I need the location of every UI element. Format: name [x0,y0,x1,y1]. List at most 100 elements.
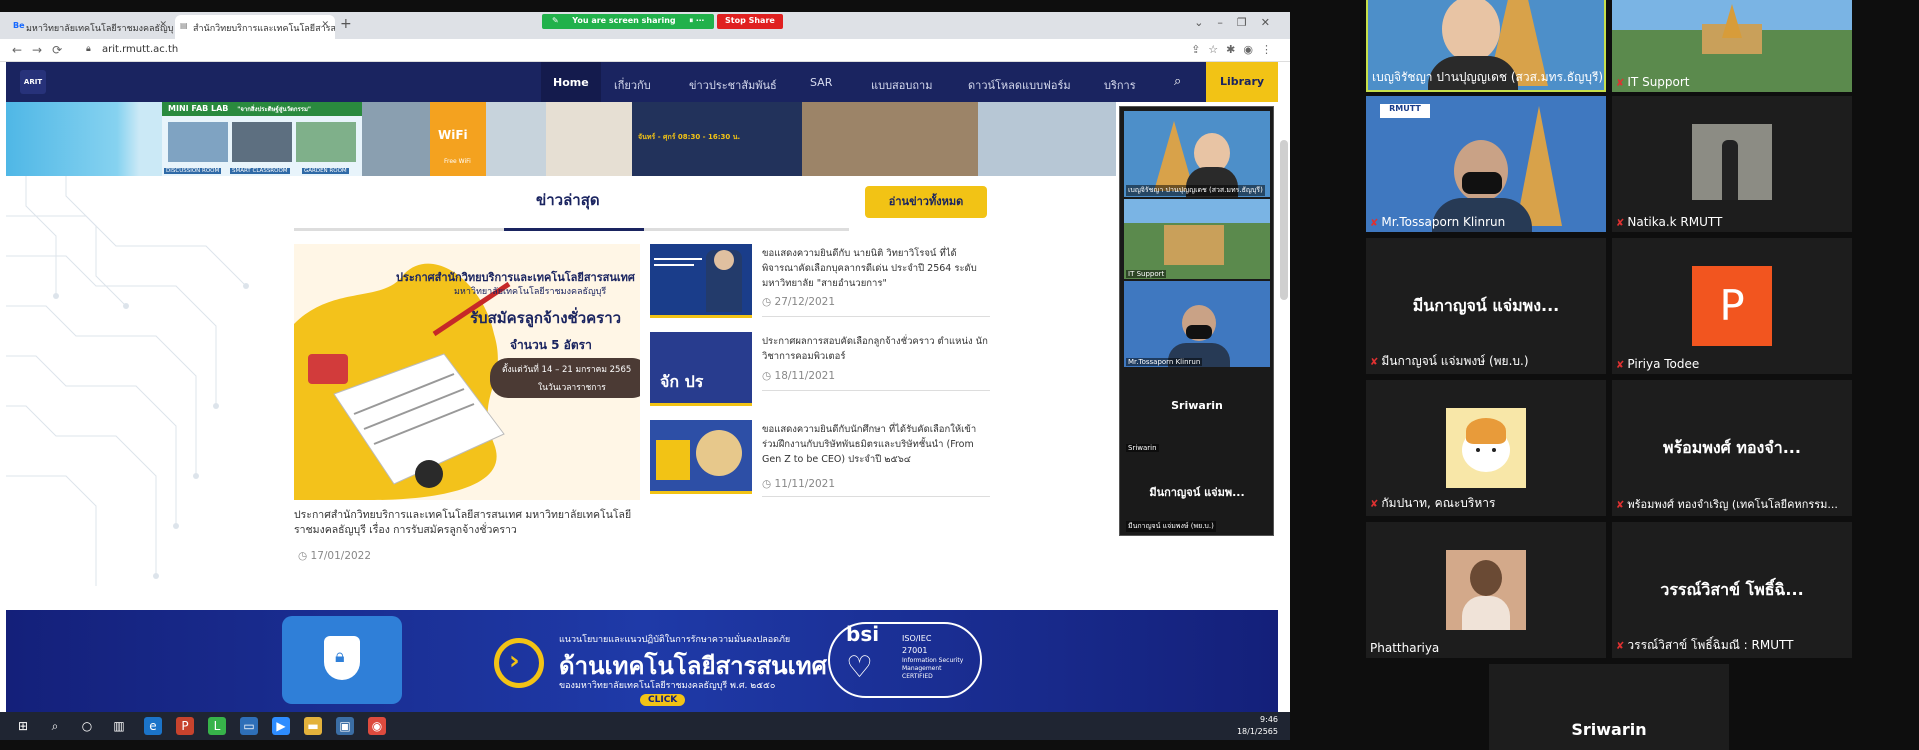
bsi-heart-icon: ♡ [846,650,873,685]
mic-muted-icon: ✘ [1370,218,1379,229]
news-item[interactable]: ขอแสดงความยินดีกับนักศึกษา ที่ได้รับคัดเ… [650,420,990,510]
share-tools-icon[interactable]: ⏸ ⋯ [689,16,704,27]
bsi-logo: bsi [846,622,880,646]
news-item-date: ◷ 11/11/2021 [762,478,836,490]
menu-sar[interactable]: SAR [810,76,832,89]
chrome-icon[interactable]: ◉ [368,717,386,735]
banner-label: SMART CLASSROOM [230,168,290,174]
browser-toolbar-icons[interactable]: ⇪☆✱◉⋮ [1191,43,1280,56]
video-thumb[interactable]: Sriwarin Sriwarin [1124,369,1270,453]
video-thumb[interactable]: Mr.Tossaporn Klinrun [1124,281,1270,367]
video-thumb[interactable]: เบญจิรัชญา ปานปุญญเดช (สวส.มทร.ธัญบุรี) [1124,111,1270,197]
participant-name-large: พร้อมพงศ์ ทองจำ... [1663,438,1801,457]
lock-icon[interactable]: 🔒︎ [86,44,91,54]
menu-survey[interactable]: แบบสอบถาม [871,76,932,94]
news-thumbnail[interactable] [650,244,752,318]
mic-muted-icon: ✘ [1616,218,1625,229]
window-controls[interactable]: ⌄–❐✕ [1194,16,1284,29]
news-item[interactable]: ขอแสดงความยินดีกับ นายนิติ วิทยาวิโรจน์ … [650,244,990,334]
video-thumb[interactable]: มีนกาญจน์ แจ่มพ... มีนกาญจน์ แจ่มพงษ์ (พ… [1124,455,1270,533]
close-tab-icon[interactable]: ✕ [159,20,167,30]
zoom-icon[interactable]: ▶ [272,717,290,735]
banner-wifi: WiFi Free WiFi [430,102,486,176]
banner-label: DISCUSSION ROOM [164,168,222,174]
cortana-icon[interactable]: ○ [78,717,96,735]
task-view-icon[interactable]: ▥ [110,717,128,735]
page-scrollbar[interactable] [1280,140,1288,300]
library-button[interactable]: Library [1206,62,1278,102]
edge-icon[interactable]: e [144,717,162,735]
participant-tile[interactable]: ✘ กัมปนาท, คณะบริหาร [1366,380,1606,516]
search-icon[interactable]: ⌕ [46,717,64,735]
site-logo[interactable]: ARIT [20,70,46,94]
participant-name: เบญจิรัชญา ปานปุญญเดช (สวส.มทร.ธัญบุรี) [1372,70,1604,84]
participant-tile[interactable]: ✘ Natika.k RMUTT [1612,96,1852,232]
participant-tile[interactable]: ✘ IT Support [1612,0,1852,92]
news-item-title[interactable]: ขอแสดงความยินดีกับนักศึกษา ที่ได้รับคัดเ… [762,422,992,467]
news-item-title[interactable]: ขอแสดงความยินดีกับ นายนิติ วิทยาวิโรจน์ … [762,246,992,291]
menu-news[interactable]: ข่าวประชาสัมพันธ์ [689,76,777,94]
news-image-subtitle: มหาวิทยาลัยเทคโนโลยีราชมงคลธัญบุรี [454,287,607,297]
windows-start-icon[interactable]: ⊞ [14,717,32,735]
participant-name-large: Sriwarin [1171,399,1223,413]
all-news-button[interactable]: อ่านข่าวทั้งหมด [865,186,987,218]
participant-tile-speaking[interactable]: เบญจิรัชญา ปานปุญญเดช (สวส.มทร.ธัญบุรี) [1366,0,1606,92]
explorer-icon[interactable]: ▭ [240,717,258,735]
security-policy-banner[interactable]: 🔒︎ › แนวนโยบายและแนวปฏิบัติในการรักษาควา… [6,610,1278,712]
participant-tile[interactable]: พร้อมพงศ์ ทองจำ... ✘ พร้อมพงศ์ ทองจำเริญ … [1612,380,1852,516]
menu-download-forms[interactable]: ดาวน์โหลดแบบฟอร์ม [968,76,1071,94]
browser-tab-active[interactable]: ▤ สำนักวิทยบริการและเทคโนโลยีสารสนเทศ ✕ [175,15,335,39]
main-news-caption[interactable]: ประกาศสำนักวิทยบริการและเทคโนโลยีสารสนเท… [294,508,634,538]
participant-tile[interactable]: วรรณ์วิสาข์ โพธิ์ฉิ... ✘ วรรณ์วิสาข์ โพธิ… [1612,522,1852,658]
video-thumb[interactable]: IT Support [1124,199,1270,279]
browser-tab[interactable]: Be มหาวิทยาลัยเทคโนโลยีราชมงคลธัญบุรี ✕ [8,15,173,39]
news-thumbnail[interactable]: จัก ปร [650,332,752,406]
menu-services[interactable]: บริการ [1104,76,1136,94]
new-tab-button[interactable]: + [340,16,352,32]
tab-title: สำนักวิทยบริการและเทคโนโลยีสารสนเทศ [193,24,335,34]
menu-home[interactable]: Home [541,62,601,102]
news-item-date: ◷ 18/11/2021 [762,370,836,382]
participant-name: ✘ กัมปนาท, คณะบริหาร [1370,496,1496,510]
participant-name: ✘ มีนกาญจน์ แจ่มพงษ์ (พย.บ.) [1370,354,1529,368]
powerpoint-icon[interactable]: P [176,717,194,735]
nav-buttons[interactable]: ←→⟳ [12,43,72,57]
folder-icon[interactable]: ▬ [304,717,322,735]
tab-title: มหาวิทยาลัยเทคโนโลยีราชมงคลธัญบุรี [26,24,173,34]
participant-label: เบญจิรัชญา ปานปุญญเดช (สวส.มทร.ธัญบุรี) [1126,185,1265,196]
news-item[interactable]: จัก ปร ประกาศผลการสอบคัดเลือกลูกจ้างชั่ว… [650,332,990,412]
floating-video-panel[interactable]: เบญจิรัชญา ปานปุญญเดช (สวส.มทร.ธัญบุรี) … [1119,106,1274,536]
photos-icon[interactable]: ▣ [336,717,354,735]
close-tab-icon[interactable]: ✕ [321,20,329,30]
participant-name: ✘ วรรณ์วิสาข์ โพธิ์ฉิมณี : RMUTT [1616,638,1794,652]
participant-tile[interactable]: RMUTT ✘ Mr.Tossaporn Klinrun [1366,96,1606,232]
participant-label: Sriwarin [1126,444,1159,452]
menu-about[interactable]: เกี่ยวกับ [614,76,651,94]
mic-muted-icon: ✘ [1616,78,1625,89]
news-item-title[interactable]: ประกาศผลการสอบคัดเลือกลูกจ้างชั่วคราว ตำ… [762,334,992,364]
stop-share-button[interactable]: Stop Share [717,14,783,29]
url-field[interactable]: arit.rmutt.ac.th [102,44,178,55]
news-thumbnail[interactable] [650,420,752,494]
banner-hours: จันทร์ - ศุกร์ 08:30 - 16:30 น. [632,102,802,176]
participant-tile[interactable]: มีนกาญจน์ แจ่มพง... ✘ มีนกาญจน์ แจ่มพงษ์ … [1366,238,1606,374]
participant-name: ✘ IT Support [1616,75,1690,89]
search-icon[interactable]: ⌕ [1174,74,1181,89]
participant-name: ✘ Natika.k RMUTT [1616,215,1723,229]
shared-screen: Be มหาวิทยาลัยเทคโนโลยีราชมงคลธัญบุรี ✕ … [0,0,1290,740]
clock[interactable]: 9:46 18/1/2565 [1237,714,1278,738]
participant-tile[interactable]: P ✘ Piriya Todee [1612,238,1852,374]
news-section: ข่าวล่าสุด อ่านข่าวทั้งหมด ประกาศสำนักวิ… [6,176,1278,608]
main-news-image[interactable]: ประกาศสำนักวิทยบริการและเทคโนโลยีสารสนเท… [294,244,640,500]
doc-icon: ▤ [180,21,188,30]
participant-tile[interactable]: Phatthariya [1366,522,1606,658]
line-icon[interactable]: L [208,717,226,735]
participant-tile[interactable]: Sriwarin [1489,664,1729,750]
click-button[interactable]: CLICK [640,694,686,706]
services-banner[interactable]: MINI FAB LAB "จากสิ่งประดิษฐ์สู่นวัตกรรม… [6,102,1116,176]
banner-photo [978,102,1116,176]
share-status: ✎ You are screen sharing ⏸ ⋯ [542,14,714,29]
lock-icon: 🔒︎ [335,646,345,667]
participant-name-large: มีนกาญจน์ แจ่มพง... [1412,296,1560,315]
avatar [1446,408,1526,488]
